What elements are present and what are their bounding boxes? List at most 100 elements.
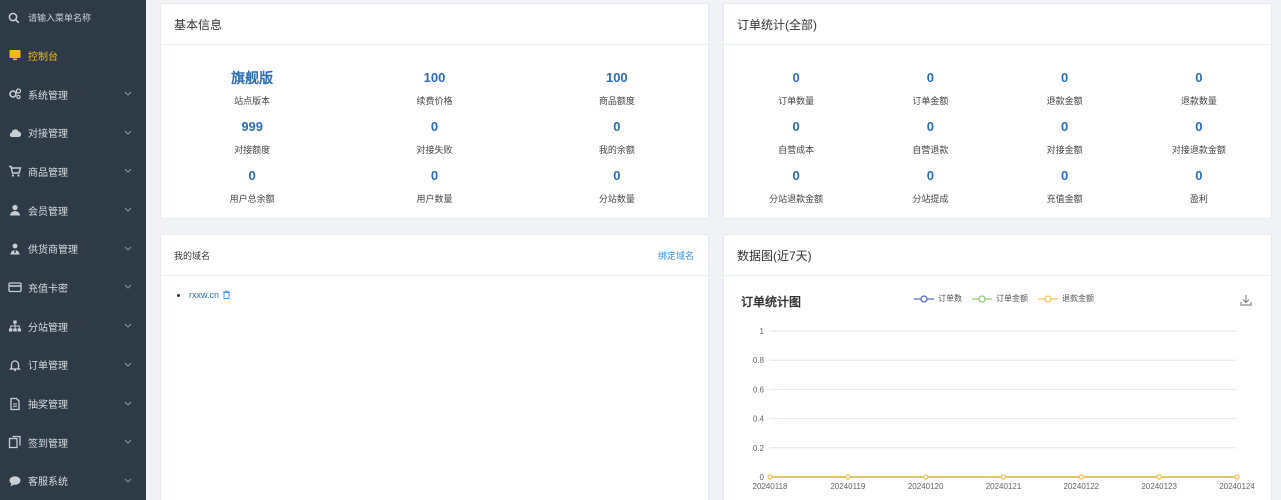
- sidebar-item-label: 系统管理: [28, 90, 68, 102]
- sidebar-item-11[interactable]: 客服系统: [0, 462, 146, 500]
- stat-label: 续费价格: [416, 96, 453, 106]
- domains-title: 我的域名: [174, 250, 211, 261]
- domains-panel: 我的域名 绑定域名 rxxw.cn: [160, 234, 709, 500]
- sidebar-item-8[interactable]: 订单管理: [0, 346, 146, 385]
- order-line-chart: 0 0.2 0.4 0.6 0.8 1 20240118 20240119 20240120 20…: [753, 327, 1256, 491]
- data-chart-panel: 数据图(近7天) 订单统计图 订单数 订单金额 退款金额 0 0.2 0.4 0.6 0.8…: [723, 234, 1272, 500]
- x-tick-label: 20240118: [753, 482, 789, 491]
- sidebar-item-4[interactable]: 会员管理: [0, 191, 146, 230]
- sidebar-item-10[interactable]: 签到管理: [0, 423, 146, 462]
- stat-item: 999 对接额度: [161, 115, 343, 164]
- stat-label: 用户总余额: [229, 194, 275, 204]
- stat-value: 0: [430, 119, 439, 134]
- sidebar-item-1[interactable]: 系统管理: [0, 75, 146, 114]
- stat-label: 分站数量: [598, 194, 635, 204]
- chevron-down-icon: [124, 127, 132, 138]
- chevron-down-icon: [124, 282, 132, 293]
- stat-label: 充值金额: [1046, 194, 1083, 204]
- chevron-down-icon: [124, 321, 132, 332]
- series-point: [923, 474, 929, 480]
- x-tick-label: 20240124: [1219, 482, 1255, 491]
- card-icon: [8, 280, 22, 294]
- order-stats-title: 订单统计(全部): [724, 4, 1271, 45]
- trash-icon[interactable]: [222, 290, 231, 299]
- stat-value: 0: [1195, 168, 1203, 183]
- stat-item: 0 对接金额: [998, 115, 1132, 164]
- stat-value: 0: [926, 70, 934, 85]
- stat-value: 0: [792, 119, 800, 134]
- stat-value: 旗舰版: [231, 70, 274, 86]
- domain-link[interactable]: rxxw.cn: [189, 290, 219, 300]
- stat-label: 分站退款金额: [769, 194, 824, 204]
- chevron-down-icon: [124, 243, 132, 254]
- basic-info-stats: 旗舰版 站点版本 100 续费价格 100 商品额度 999 对接额度 0 对接失败 0 我的余额 0 用…: [161, 45, 708, 213]
- monitor-icon: [8, 48, 22, 62]
- sidebar-item-label: 签到管理: [28, 438, 68, 450]
- sidebar-item-label: 商品管理: [28, 167, 68, 179]
- chevron-down-icon: [124, 398, 132, 409]
- sidebar-item-label: 充值卡密: [28, 283, 68, 295]
- order-stats-panel: 订单统计(全部) 0 订单数量 0 订单金额 0 退款金额 0 退款数量 0 自营成本 0 自营退款 0…: [723, 3, 1272, 219]
- copy-icon: [8, 435, 22, 449]
- series-point: [767, 474, 773, 480]
- series-point: [1234, 474, 1240, 480]
- sidebar-item-3[interactable]: 商品管理: [0, 152, 146, 191]
- gears-icon: [8, 87, 22, 101]
- menu-search-input[interactable]: [28, 13, 128, 23]
- sidebar-item-label: 客服系统: [28, 477, 68, 489]
- chevron-down-icon: [124, 437, 132, 448]
- sidebar-item-7[interactable]: 分站管理: [0, 307, 146, 346]
- stat-label: 对接金额: [1046, 145, 1083, 155]
- sidebar-item-label: 分站管理: [28, 322, 68, 334]
- sidebar-item-6[interactable]: 充值卡密: [0, 268, 146, 307]
- menu-search: [0, 0, 146, 36]
- chevron-down-icon: [124, 166, 132, 177]
- sidebar-item-label: 供货商管理: [28, 245, 78, 257]
- bell-icon: [8, 358, 22, 372]
- stat-value: 0: [1061, 70, 1069, 85]
- sidebar-item-2[interactable]: 对接管理: [0, 113, 146, 152]
- y-tick-label: 0.6: [753, 385, 765, 394]
- stat-item: 100 商品额度: [526, 66, 708, 115]
- domain-list: rxxw.cn: [161, 276, 708, 300]
- stat-item: 0 订单金额: [863, 66, 997, 115]
- cloud-icon: [8, 126, 22, 140]
- stat-label: 退款数量: [1180, 96, 1217, 106]
- stat-item: 0 用户数量: [343, 164, 525, 213]
- stat-label: 我的余额: [598, 145, 635, 155]
- stat-label: 分站提成: [912, 194, 949, 204]
- stat-item: 旗舰版 站点版本: [161, 66, 343, 115]
- sidebar-item-label: 订单管理: [28, 361, 68, 373]
- stat-item: 0 退款数量: [1132, 66, 1266, 115]
- stat-value: 0: [926, 168, 934, 183]
- domains-header: 我的域名 绑定域名: [161, 235, 708, 276]
- bind-domain-link[interactable]: 绑定域名: [658, 249, 694, 262]
- stat-item: 0 订单数量: [729, 66, 863, 115]
- y-tick-label: 0.4: [753, 415, 765, 424]
- stat-label: 站点版本: [234, 96, 271, 106]
- list-item: rxxw.cn: [189, 290, 708, 300]
- stat-label: 自营成本: [778, 145, 815, 155]
- series-point: [1000, 474, 1007, 480]
- sidebar-item-label: 控制台: [28, 51, 58, 63]
- stat-value: 100: [423, 70, 446, 85]
- stat-item: 0 自营成本: [729, 115, 863, 164]
- chevron-down-icon: [124, 359, 132, 370]
- stat-item: 0 分站数量: [526, 164, 708, 213]
- basic-info-title: 基本信息: [161, 4, 708, 45]
- series-point: [1156, 474, 1162, 480]
- sidebar-item-0[interactable]: 控制台: [0, 36, 146, 75]
- stat-item: 0 分站退款金额: [729, 164, 863, 213]
- sidebar-item-9[interactable]: 抽奖管理: [0, 384, 146, 423]
- sidebar: 控制台系统管理对接管理商品管理会员管理供货商管理充值卡密分站管理订单管理抽奖管理…: [0, 0, 146, 500]
- stat-value: 0: [1061, 168, 1069, 183]
- chat-icon: [8, 474, 22, 488]
- stat-item: 0 对接失败: [343, 115, 525, 164]
- stat-item: 0 退款金额: [998, 66, 1132, 115]
- stat-item: 0 我的余额: [526, 115, 708, 164]
- order-stats-grid: 0 订单数量 0 订单金额 0 退款金额 0 退款数量 0 自营成本 0 自营退款 0 对接金额 0 对接退款…: [724, 45, 1271, 213]
- stat-value: 0: [792, 70, 800, 85]
- sidebar-item-5[interactable]: 供货商管理: [0, 229, 146, 268]
- chevron-down-icon: [124, 475, 132, 486]
- stat-value: 999: [241, 119, 264, 134]
